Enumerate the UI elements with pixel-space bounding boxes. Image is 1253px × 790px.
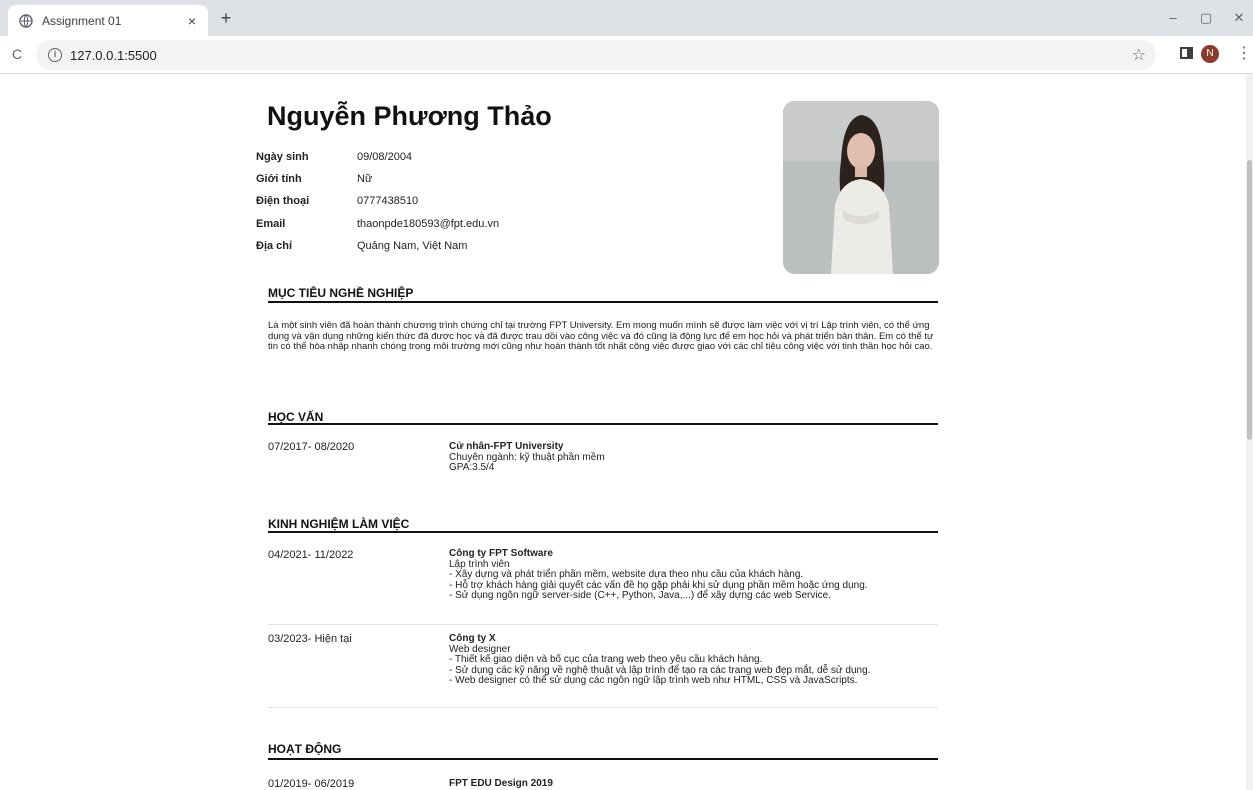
experience-company: Công ty X <box>449 633 496 644</box>
bookmark-star-icon[interactable]: ☆ <box>1132 45 1146 65</box>
info-value: 09/08/2004 <box>357 151 413 163</box>
experience-entry: Công ty FPT Software Lập trình viên - Xâ… <box>449 548 868 602</box>
education-heading: HỌC VẤN <box>268 410 324 424</box>
experience-heading: KINH NGHIỆM LÀM VIỆC <box>268 517 410 531</box>
new-tab-button[interactable]: + <box>216 8 236 28</box>
info-icon[interactable]: i <box>48 48 62 62</box>
info-label: Điện thoại <box>256 195 310 207</box>
globe-icon <box>18 13 34 29</box>
scrollbar-thumb[interactable] <box>1247 160 1252 440</box>
info-value: thaonpde180593@fpt.edu.vn <box>357 218 500 230</box>
url-text[interactable]: 127.0.0.1:5500 <box>70 48 157 63</box>
browser-toolbar: C i 127.0.0.1:5500 ☆ <box>0 36 1253 74</box>
education-line: GPA:3.5/4 <box>449 462 495 473</box>
info-value: 0777438510 <box>357 195 419 207</box>
section-divider <box>268 423 938 425</box>
profile-avatar[interactable]: N <box>1201 45 1219 63</box>
section-divider <box>268 531 938 533</box>
page-scrollbar[interactable] <box>1246 74 1253 790</box>
experience-date: 03/2023- Hiện tại <box>268 633 352 645</box>
address-bar[interactable]: i 127.0.0.1:5500 ☆ <box>36 40 1156 70</box>
entry-divider <box>268 707 938 708</box>
info-label: Địa chỉ <box>256 240 293 252</box>
more-menu-icon[interactable]: ⋮ <box>1236 44 1252 64</box>
experience-entry: Công ty X Web designer - Thiết kế giao d… <box>449 633 870 687</box>
experience-line: - Sử dụng ngôn ngữ server-side (C++, Pyt… <box>449 590 831 601</box>
side-panel-icon[interactable] <box>1180 47 1193 59</box>
objective-text: Là một sinh viên đã hoàn thành chương tr… <box>268 320 934 352</box>
info-label: Giới tính <box>256 173 302 185</box>
minimize-button[interactable]: – <box>1163 9 1183 27</box>
tab-title: Assignment 01 <box>42 13 122 28</box>
section-divider <box>268 758 938 760</box>
reload-icon[interactable]: C <box>8 45 26 63</box>
page-title: Nguyễn Phương Thảo <box>267 101 552 131</box>
education-entry: Cử nhân-FPT University Chuyên ngành: kỹ … <box>449 441 605 474</box>
tab-close-icon[interactable]: × <box>184 13 200 29</box>
info-value: Nữ <box>357 173 373 185</box>
activity-title: FPT EDU Design 2019 <box>449 778 553 789</box>
experience-line: - Xây dựng và phát triển phần mềm, websi… <box>449 569 804 580</box>
experience-line: - Web designer có thể sử dụng các ngôn n… <box>449 675 858 686</box>
experience-company: Công ty FPT Software <box>449 548 553 559</box>
objective-heading: MỤC TIÊU NGHỀ NGHIỆP <box>268 286 414 300</box>
activity-date: 01/2019- 06/2019 <box>268 778 355 790</box>
experience-date: 04/2021- 11/2022 <box>268 549 354 561</box>
education-title: Cử nhân-FPT University <box>449 441 564 452</box>
tab-strip: Assignment 01 × + – ▢ ✕ <box>0 0 1253 36</box>
browser-tab[interactable]: Assignment 01 × <box>8 5 208 36</box>
page-viewport: Nguyễn Phương Thảo Ngày sinh 09/08/2004 … <box>0 75 1246 790</box>
activity-heading: HOẠT ĐỘNG <box>268 742 342 756</box>
section-divider <box>268 301 938 303</box>
entry-divider <box>268 624 938 625</box>
info-label: Email <box>256 218 286 230</box>
profile-photo <box>783 101 939 274</box>
experience-line: - Thiết kế giao diện và bố cục của trang… <box>449 654 763 665</box>
activity-entry: FPT EDU Design 2019 <box>449 778 553 790</box>
info-value: Quảng Nam, Việt Nam <box>357 240 468 252</box>
education-date: 07/2017- 08/2020 <box>268 441 355 453</box>
restore-button[interactable]: ▢ <box>1196 9 1216 27</box>
info-label: Ngày sinh <box>256 151 309 163</box>
close-window-button[interactable]: ✕ <box>1229 9 1249 27</box>
